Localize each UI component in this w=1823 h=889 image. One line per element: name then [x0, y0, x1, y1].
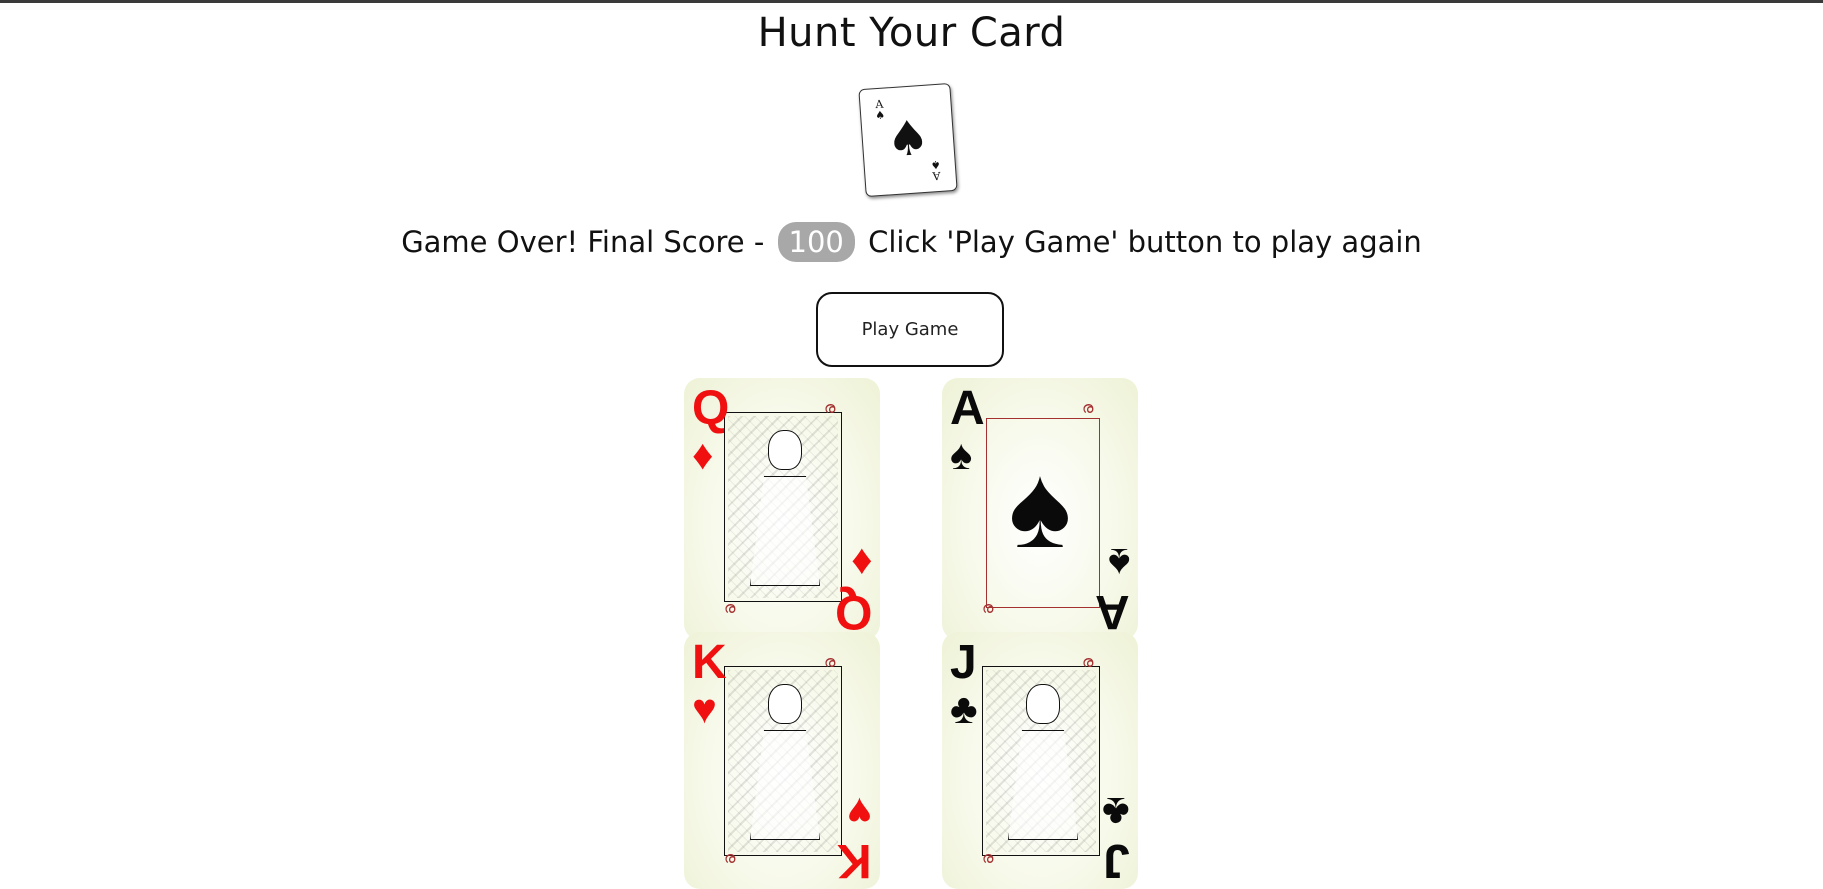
- play-game-button[interactable]: Play Game: [816, 292, 1004, 367]
- card-rank: Q: [692, 382, 730, 435]
- club-icon: ♣: [950, 685, 978, 732]
- diamond-icon: ♦: [692, 431, 714, 478]
- spade-icon: ♠: [1107, 540, 1130, 587]
- card-rank-bottom: K: [837, 834, 872, 887]
- page-title: Hunt Your Card: [757, 10, 1066, 56]
- status-message: Game Over! Final Score - 100 Click 'Play…: [0, 222, 1823, 262]
- card-frame: [724, 666, 842, 856]
- status-suffix: Click 'Play Game' button to play again: [868, 225, 1422, 259]
- card-rank: K: [692, 636, 727, 689]
- score-badge: 100: [777, 222, 855, 262]
- club-icon: ♣: [1102, 789, 1130, 836]
- card-rank-bottom: Q: [834, 585, 872, 638]
- card-king-of-hearts[interactable]: ര ര K ♥ ♥ K: [684, 632, 880, 889]
- target-card: A ♠ ♠ A ♠: [858, 82, 958, 198]
- spade-icon: ♠: [950, 431, 973, 478]
- target-card-corner-bottom: A ♠: [930, 157, 942, 183]
- card-frame: [724, 412, 842, 602]
- card-rank: A: [950, 382, 985, 435]
- card-frame: [982, 666, 1100, 856]
- card-queen-of-diamonds[interactable]: ര ര Q ♦ ♦ Q: [684, 378, 880, 640]
- card-rank-bottom: A: [1095, 585, 1130, 638]
- card-jack-of-clubs[interactable]: ര ര J ♣ ♣ J: [942, 632, 1138, 889]
- diamond-icon: ♦: [850, 540, 872, 587]
- heart-icon: ♥: [847, 789, 872, 836]
- card-rank-bottom: J: [1103, 834, 1130, 887]
- status-prefix: Game Over! Final Score -: [401, 225, 765, 259]
- top-border: [0, 0, 1823, 3]
- spade-icon: ♠: [884, 109, 932, 169]
- card-rank: J: [950, 636, 977, 689]
- card-ace-of-spades[interactable]: ര ര ♠ A ♠ ♠ A: [942, 378, 1138, 640]
- heart-icon: ♥: [692, 685, 717, 732]
